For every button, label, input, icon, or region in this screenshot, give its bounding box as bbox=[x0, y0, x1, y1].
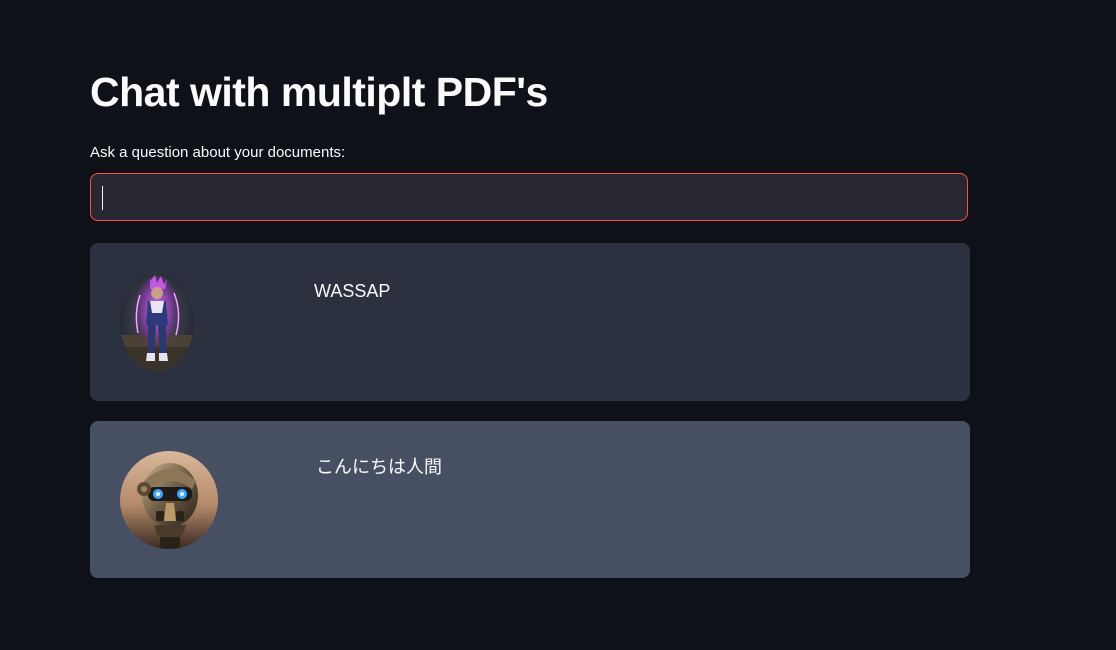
user-avatar bbox=[120, 273, 194, 371]
question-label: Ask a question about your documents: bbox=[90, 144, 346, 161]
text-caret bbox=[102, 186, 103, 210]
page-title: Chat with multiplt PDF's bbox=[90, 69, 548, 115]
question-input[interactable] bbox=[91, 174, 967, 220]
user-message-text: WASSAP bbox=[314, 281, 391, 301]
bot-avatar bbox=[120, 451, 218, 549]
bot-message: こんにちは人間 bbox=[90, 421, 970, 578]
bot-message-text: こんにちは人間 bbox=[316, 457, 442, 477]
user-message: WASSAP bbox=[90, 243, 970, 401]
user-avatar-image bbox=[120, 273, 194, 371]
app-root: Chat with multiplt PDF's Ask a question … bbox=[0, 0, 1116, 650]
question-input-container[interactable] bbox=[90, 173, 968, 221]
bot-avatar-image bbox=[120, 451, 218, 549]
